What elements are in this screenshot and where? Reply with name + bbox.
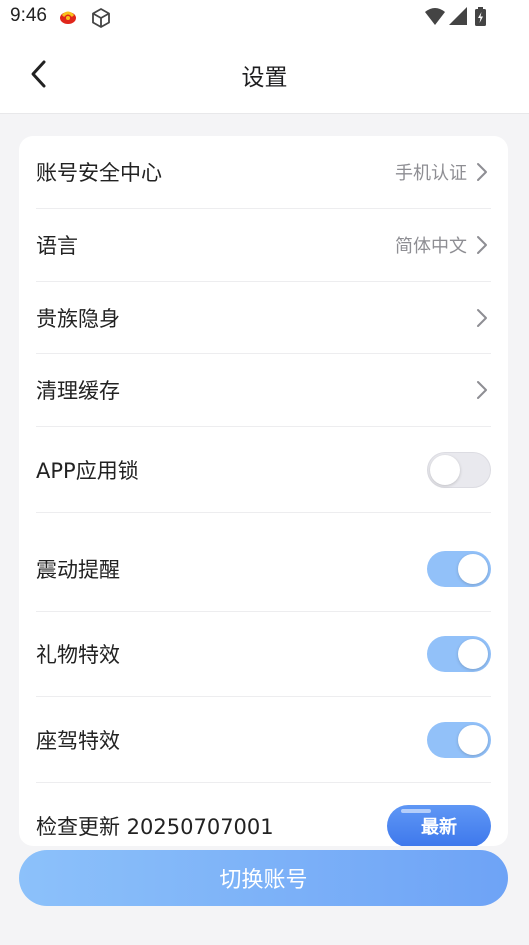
toggle-knob [458,553,488,584]
wifi-icon [425,8,445,25]
settings-row-check-update[interactable]: 检查更新 20250707001 最新 [36,783,491,846]
status-indicators [425,7,486,26]
settings-card: 账号安全中心 手机认证 语言 简体中文 贵族隐身 清理缓存 APP应用锁 震动提… [19,136,508,846]
row-value: 简体中文 [395,236,467,257]
app-header: 设置 [0,34,529,114]
status-time: 9:46 [10,5,47,26]
row-label: 礼物特效 [36,643,120,667]
toggle-knob [458,639,488,669]
row-value: 手机认证 [395,163,467,184]
chevron-right-icon [475,307,491,329]
row-label: 检查更新 20250707001 [36,815,274,839]
settings-row-app-lock: APP应用锁 [36,427,491,513]
mount-effects-toggle[interactable] [427,721,491,758]
app-lock-toggle[interactable] [427,451,491,488]
settings-row-vibration: 震动提醒 [36,513,491,612]
settings-row-noble-stealth[interactable]: 贵族隐身 [36,282,491,354]
status-bar: 9:46 [0,0,529,34]
row-label: APP应用锁 [36,458,139,483]
row-label: 座驾特效 [36,728,120,753]
update-status-badge[interactable]: 最新 [387,805,491,846]
switch-account-button[interactable]: 切换账号 [19,850,508,906]
row-label: 语言 [36,234,78,258]
row-label: 贵族隐身 [36,306,120,331]
settings-row-mount-effects: 座驾特效 [36,697,491,783]
chevron-right-icon [475,379,491,401]
row-label: 震动提醒 [36,557,120,582]
chevron-right-icon [475,234,491,256]
settings-row-clear-cache[interactable]: 清理缓存 [36,354,491,427]
status-right-icons [423,6,493,32]
cube-icon [90,7,112,33]
signal-icon [449,7,467,25]
toggle-knob [430,454,460,485]
vibration-toggle[interactable] [427,550,491,587]
app-logo-icon [58,7,78,29]
toggle-knob [458,724,488,755]
settings-row-account-security[interactable]: 账号安全中心 手机认证 [36,136,491,209]
gift-effects-toggle[interactable] [427,636,491,672]
row-label: 清理缓存 [36,379,120,403]
page-title: 设置 [241,65,288,91]
chevron-right-icon [475,161,491,183]
settings-row-language[interactable]: 语言 简体中文 [36,209,491,282]
settings-row-gift-effects: 礼物特效 [36,612,491,697]
row-label: 账号安全中心 [36,161,162,185]
